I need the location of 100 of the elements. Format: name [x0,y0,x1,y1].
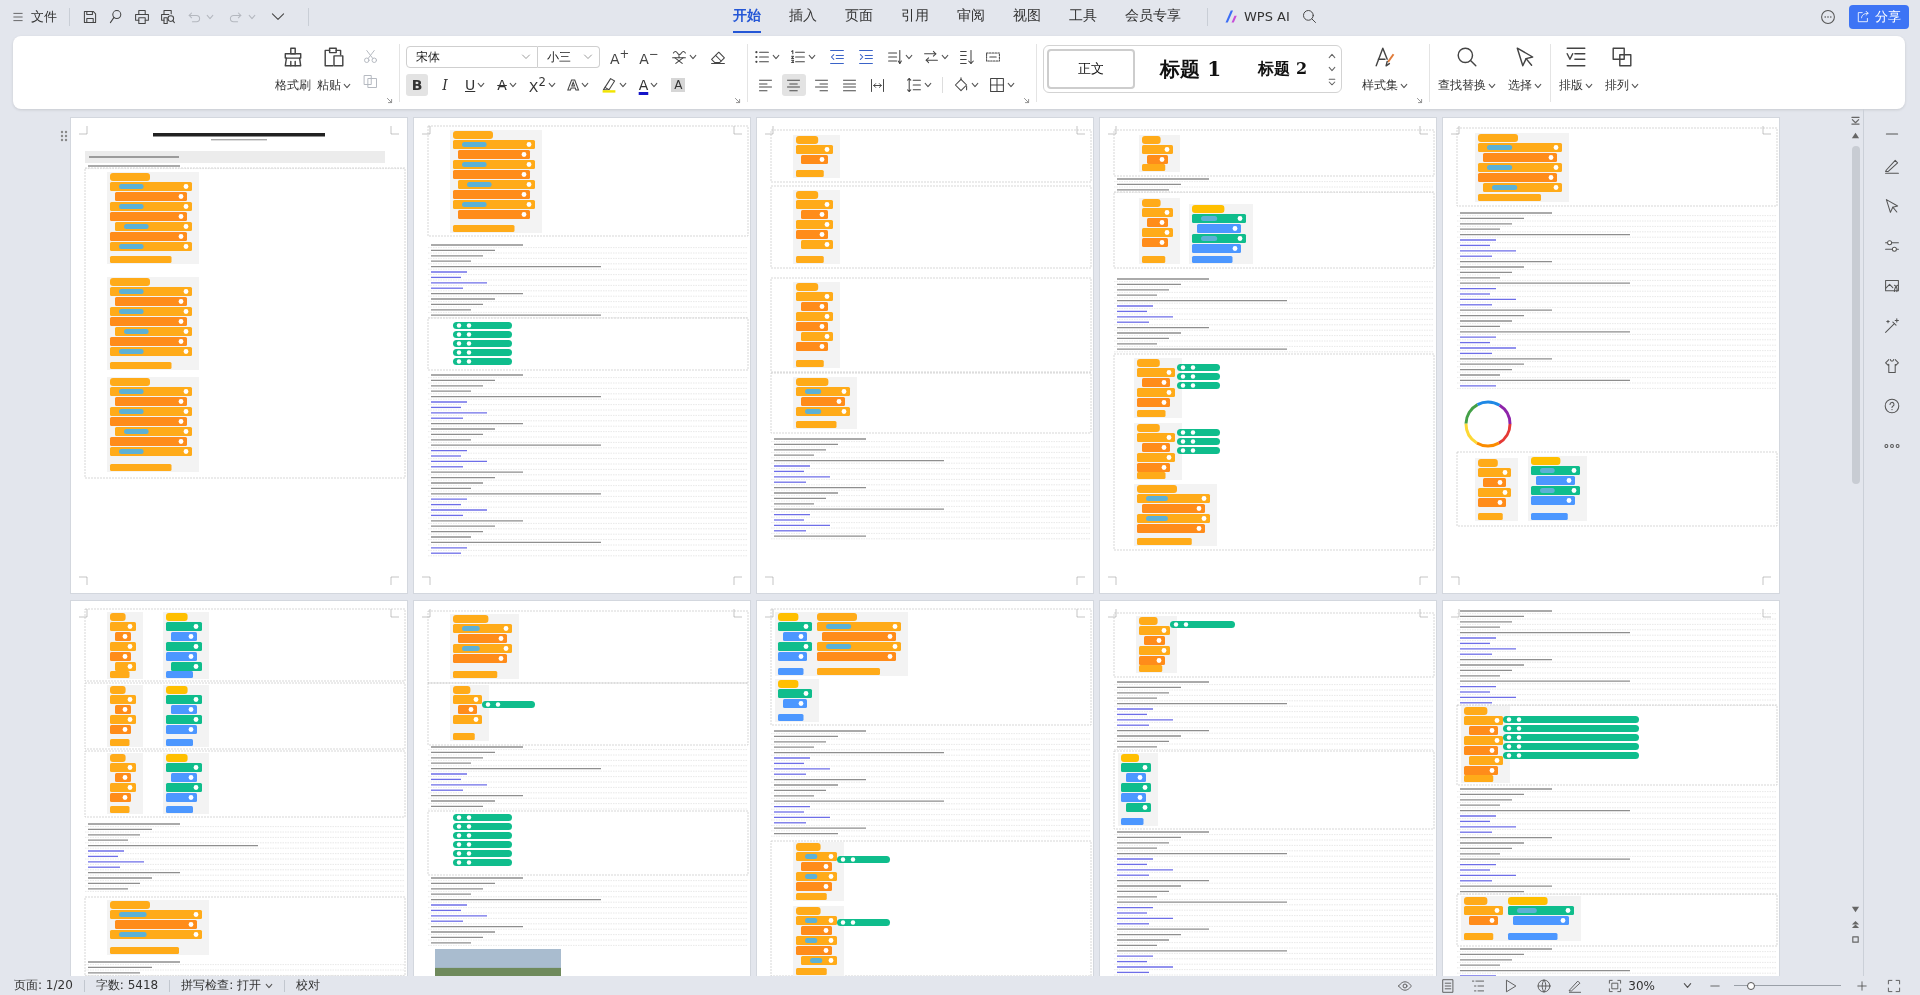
style-item[interactable]: 标题 2 [1240,49,1325,89]
search-icon[interactable] [1301,9,1317,24]
italic-button[interactable]: I [434,74,456,96]
underline-button[interactable]: U [462,74,489,96]
magic-wand-icon[interactable] [1884,318,1900,334]
ribbon-tab[interactable]: 插入 [789,0,817,33]
sliders-icon[interactable] [1884,238,1900,254]
page-indicator: 页面: 1/20 [14,977,73,994]
zoom-level-button[interactable]: 30% [1628,978,1655,993]
sort-icon[interactable] [958,49,975,65]
grow-font-button[interactable]: A$^{+}$ [610,47,630,67]
zoom-in-icon[interactable] [1856,979,1868,992]
magnifier-icon[interactable] [108,8,124,25]
caret-icon[interactable] [923,81,932,89]
eraser-icon[interactable] [709,49,726,65]
chevron-down-icon [521,52,531,62]
pen-icon[interactable] [1568,978,1583,993]
file-menu-button[interactable]: 文件 [12,7,57,26]
swap-arrows-icon[interactable] [922,49,939,65]
dialog-launcher-icon[interactable] [1415,97,1423,104]
proofread-button[interactable]: 校对 [296,977,321,994]
globe-icon[interactable] [1537,978,1552,993]
scroll-up-icon[interactable] [1327,52,1336,60]
font-name-dropdown[interactable]: 宋体 [406,46,538,68]
line-spacing-icon[interactable] [905,77,922,93]
align-right-icon [814,77,830,93]
wps-ai-button[interactable]: WPS AI [1224,9,1290,24]
border-grid-icon[interactable] [988,77,1005,93]
ribbon-tab[interactable]: 工具 [1069,0,1097,33]
dialog-launcher-icon[interactable] [1022,97,1030,104]
align-center-button[interactable] [781,74,806,96]
ribbon-tab[interactable]: 会员专享 [1125,0,1181,33]
paint-bucket-icon[interactable] [952,77,969,93]
select-button[interactable]: 选择 [1507,46,1542,94]
fit-page-icon[interactable] [1608,978,1623,993]
page-up-icon[interactable] [1851,920,1860,929]
font-color-button[interactable]: A [635,74,662,96]
caret-icon[interactable] [1006,81,1015,89]
fullscreen-icon[interactable] [1887,978,1901,993]
scrollbar-thumb[interactable] [1851,146,1860,484]
chat-icon[interactable] [1820,8,1836,25]
dashed-box-icon[interactable] [984,49,1001,65]
drag-handle-icon[interactable] [60,130,68,142]
eye-icon[interactable] [1398,978,1413,993]
square-icon[interactable] [1851,935,1860,944]
find-replace-button[interactable]: 查找替换 [1437,46,1496,94]
caret-icon[interactable] [771,53,780,61]
dialog-launcher-icon[interactable] [386,97,393,104]
numbered-list-icon[interactable] [789,49,806,65]
text-direction-icon[interactable] [886,49,903,65]
page-view-icon[interactable] [1441,978,1456,993]
print-preview-icon[interactable] [160,8,176,25]
bullet-list-icon[interactable] [753,49,770,65]
text-effect-button[interactable]: A [564,74,592,96]
scroll-down-arrow-icon[interactable] [1851,905,1860,914]
ribbon-tab[interactable]: 引用 [901,0,929,33]
help-icon[interactable] [1884,398,1900,414]
strikethrough-button[interactable]: A [494,74,520,96]
style-item[interactable]: 标题 1 [1140,49,1241,89]
caret-icon[interactable] [904,53,913,61]
pen-icon[interactable] [1884,158,1900,174]
caret-icon[interactable] [940,53,949,61]
save-icon[interactable] [82,8,98,25]
caret-icon[interactable] [970,81,979,89]
image-icon[interactable] [1884,278,1900,294]
superscript-button[interactable]: X$^{2}$ [525,74,559,96]
brush-icon [1373,46,1396,68]
dialog-launcher-icon[interactable] [733,97,741,104]
expand-gallery-icon[interactable] [1327,78,1336,86]
style-set-button[interactable]: 样式集 [1361,46,1408,94]
cursor-icon[interactable] [1884,198,1900,214]
spell-check-button[interactable]: 拼写检查: 打开 [181,977,274,994]
ribbon-tab[interactable]: 页面 [845,0,873,33]
page-down-icon[interactable] [1851,116,1860,125]
scroll-down-icon[interactable] [1327,65,1336,73]
shirt-icon[interactable] [1884,358,1900,374]
caret-icon[interactable] [1683,981,1692,990]
phonetic-guide-icon[interactable] [670,49,687,65]
scroll-up-arrow-icon[interactable] [1851,131,1860,140]
font-size-dropdown[interactable]: 小三 [538,46,600,68]
caret-icon[interactable] [688,53,697,61]
layout-button[interactable]: 排版 [1558,46,1593,94]
decrease-indent-icon[interactable] [828,49,845,65]
arrange-button[interactable]: 排列 [1604,46,1639,94]
caret-icon[interactable] [807,53,816,61]
paste-button[interactable]: 粘贴 [317,46,351,94]
shrink-font-button[interactable]: A$^{−}$ [639,47,659,67]
format-painter-button[interactable]: 格式刷 [275,46,311,94]
increase-indent-icon[interactable] [857,49,874,65]
ribbon-tab[interactable]: 视图 [1013,0,1041,33]
zoom-slider-thumb[interactable] [1747,981,1756,990]
play-icon[interactable] [1504,978,1519,993]
style-item[interactable]: 正文 [1046,49,1135,89]
text-lines-icon [1564,46,1587,68]
ribbon-tab[interactable]: 审阅 [957,0,985,33]
printer-icon[interactable] [134,8,150,25]
bold-button[interactable]: B [406,74,428,96]
share-button[interactable]: 分享 [1849,4,1909,29]
ribbon-tab[interactable]: 开始 [733,0,761,33]
character-shading-button[interactable]: A [667,74,690,96]
